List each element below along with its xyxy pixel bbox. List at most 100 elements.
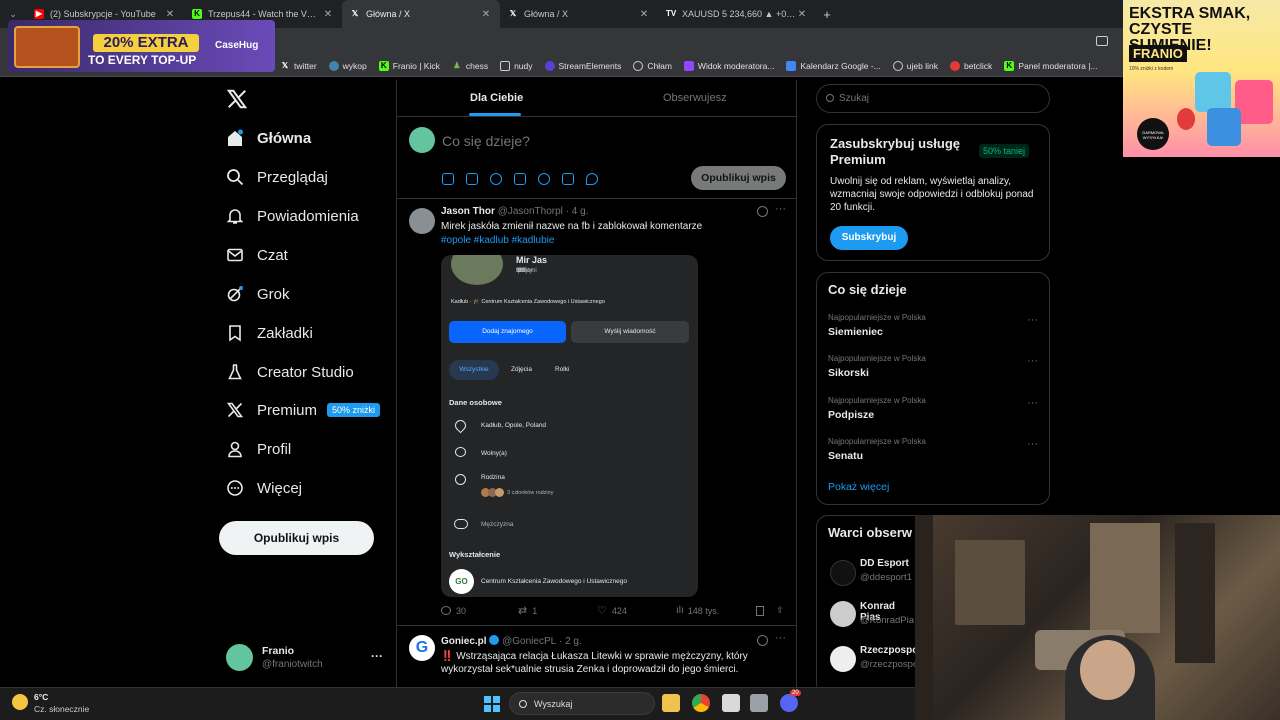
trend-item[interactable]: Najpopularniejsze w Polska Sikorski ···: [817, 350, 1049, 391]
nav-creator-studio[interactable]: Creator Studio: [226, 357, 354, 387]
close-tab-icon[interactable]: ✕: [164, 9, 176, 20]
nav-chat[interactable]: Czat: [226, 240, 288, 270]
nav-explore[interactable]: Przeglądaj: [226, 162, 328, 192]
bookmark-franio-kick[interactable]: K Franio | Kick: [378, 60, 440, 71]
browser-tab-xauusd[interactable]: TV XAUUSD 5 234,660 ▲ +0,95% ✕: [658, 0, 816, 28]
bookmark-label: StreamElements: [558, 60, 622, 71]
file-explorer-icon[interactable]: [662, 694, 680, 712]
close-tab-icon[interactable]: ✕: [638, 9, 650, 20]
follow-suggestion[interactable]: Rzeczpospo @rzeczpospo: [817, 643, 918, 683]
nav-more[interactable]: Więcej: [226, 473, 302, 503]
account-more-icon[interactable]: ···: [371, 649, 383, 663]
door-frame: [915, 515, 933, 720]
tweet-author: Jason Thor @JasonThorpl · 4 g.: [441, 206, 588, 217]
bookmark-twitter[interactable]: 𝕏twitter: [280, 61, 317, 71]
like-count: 424: [611, 605, 627, 616]
trend-item[interactable]: Najpopularniejsze w Polska Senatu ···: [817, 432, 1049, 473]
bookmark-streamelements[interactable]: StreamElements: [544, 60, 622, 71]
image-icon[interactable]: [442, 173, 454, 185]
account-switcher[interactable]: Franio @franiotwitch ···: [226, 643, 391, 673]
compose-post-button[interactable]: Opublikuj wpis: [691, 166, 786, 190]
bookmark-kick-mod-panel[interactable]: K Panel moderatora |...: [1004, 60, 1098, 71]
browser-tab-x-active[interactable]: 𝕏 Główna / X ✕: [342, 0, 500, 28]
close-tab-icon[interactable]: ✕: [796, 9, 808, 20]
tab-list-chevron-icon[interactable]: ⌄: [0, 9, 26, 20]
author-name[interactable]: Jason Thor: [441, 206, 495, 217]
trend-more-icon[interactable]: ···: [1027, 314, 1038, 326]
nav-bookmarks[interactable]: Zakładki: [226, 318, 313, 348]
tweet-hashtags[interactable]: #opole #kadlub #kadlubie: [441, 234, 781, 247]
repost-action[interactable]: ⇄ 1: [518, 604, 597, 617]
nav-home[interactable]: Główna: [226, 123, 311, 153]
trends-card: Co się dzieje Najpopularniejsze w Polska…: [816, 272, 1050, 505]
poll-icon[interactable]: [514, 173, 526, 185]
chrome-icon[interactable]: [692, 694, 710, 712]
grok-icon[interactable]: [757, 635, 768, 646]
close-tab-icon[interactable]: ✕: [322, 9, 334, 20]
location-icon[interactable]: [586, 173, 598, 185]
tab-for-you[interactable]: Dla Ciebie: [470, 92, 523, 104]
premium-card: Zasubskrybuj usługę Premium 50% taniej U…: [816, 124, 1050, 261]
show-more-link[interactable]: Pokaż więcej: [828, 481, 889, 493]
emoji-icon[interactable]: [538, 173, 550, 185]
trend-item[interactable]: Najpopularniejsze w Polska Podpisze ···: [817, 391, 1049, 432]
trend-item[interactable]: Najpopularniejsze w Polska Siemieniec ··…: [817, 309, 1049, 350]
taskbar-search[interactable]: Wyszukaj: [509, 692, 655, 715]
bookmark-icon[interactable]: [756, 604, 776, 617]
nav-grok[interactable]: Grok: [226, 279, 290, 309]
tweet[interactable]: Jason Thor @JasonThorpl · 4 g. ··· Mirek…: [397, 199, 797, 626]
tweet-time: · 4 g.: [565, 206, 589, 217]
app-icon[interactable]: [750, 694, 768, 712]
x-logo-icon[interactable]: [226, 88, 248, 110]
subscribe-button[interactable]: Subskrybuj: [830, 226, 908, 250]
grok-icon[interactable]: [757, 206, 768, 217]
new-tab-button[interactable]: +: [816, 7, 838, 22]
bookmark-nudy[interactable]: nudy: [500, 60, 533, 71]
bookmark-betclick[interactable]: betclick: [949, 60, 992, 71]
repost-icon: ⇄: [518, 605, 528, 617]
tweet-more-icon[interactable]: ···: [775, 203, 786, 215]
flask-icon: [226, 363, 244, 381]
avatar: [226, 644, 253, 671]
nav-profile[interactable]: Profil: [226, 434, 291, 464]
close-tab-icon[interactable]: ✕: [480, 9, 492, 20]
tab-following[interactable]: Obserwujesz: [663, 92, 727, 104]
post-button[interactable]: Opublikuj wpis: [219, 521, 374, 555]
author-handle: @JasonThorpl: [497, 206, 563, 217]
share-icon[interactable]: ⇪: [776, 604, 784, 617]
gif-icon[interactable]: [466, 173, 478, 185]
trend-more-icon[interactable]: ···: [1027, 397, 1038, 409]
bookmark-google-calendar[interactable]: Kalendarz Google -...: [786, 60, 881, 71]
discord-icon[interactable]: [780, 694, 798, 712]
trend-more-icon[interactable]: ···: [1027, 355, 1038, 367]
follow-suggestion[interactable]: DD Esport @ddesport1: [817, 554, 917, 594]
windows-start-icon[interactable]: [484, 696, 500, 712]
app-icon[interactable]: [722, 694, 740, 712]
chess-icon: ♟: [453, 60, 461, 70]
browser-tab-x[interactable]: 𝕏 Główna / X ✕: [500, 0, 658, 28]
install-app-icon[interactable]: [1096, 36, 1108, 46]
grok-icon[interactable]: [490, 173, 502, 185]
bookmark-wykop[interactable]: wykop: [328, 60, 367, 71]
reply-action[interactable]: 30: [441, 604, 518, 617]
nav-premium[interactable]: Premium 50% zniżki: [226, 395, 381, 425]
nav-notifications[interactable]: Powiadomienia: [226, 201, 359, 231]
tweet-image[interactable]: Mir Jas 987 znajomi · 26 posty Kadłub · …: [441, 255, 698, 597]
bookmark-ujeb-link[interactable]: ujeb link: [892, 60, 938, 71]
bookmark-chess[interactable]: ♟ chess: [452, 61, 488, 71]
like-action[interactable]: ♡ 424: [597, 604, 676, 617]
tweet-more-icon[interactable]: ···: [775, 632, 786, 644]
follow-suggestion[interactable]: Konrad Pias @KonradPia: [817, 598, 917, 638]
trend-more-icon[interactable]: ···: [1027, 438, 1038, 450]
search-input[interactable]: Szukaj: [816, 84, 1050, 113]
views-action[interactable]: ılı 148 tys.: [676, 604, 756, 617]
weather-desc[interactable]: Cz. słonecznie: [34, 704, 89, 714]
compose-input[interactable]: Co się dzieje?: [442, 133, 530, 149]
schedule-icon[interactable]: [562, 173, 574, 185]
weather-temp[interactable]: 6°C: [34, 692, 48, 702]
ad-brand: FRANIO: [1129, 45, 1187, 62]
author-name[interactable]: Goniec.pl: [441, 636, 487, 647]
bookmark-twitch-mod[interactable]: Widok moderatora...: [683, 60, 774, 71]
bookmark-chlam[interactable]: Chłam: [633, 60, 672, 71]
suggestion-handle: @ddesport1: [860, 572, 912, 583]
